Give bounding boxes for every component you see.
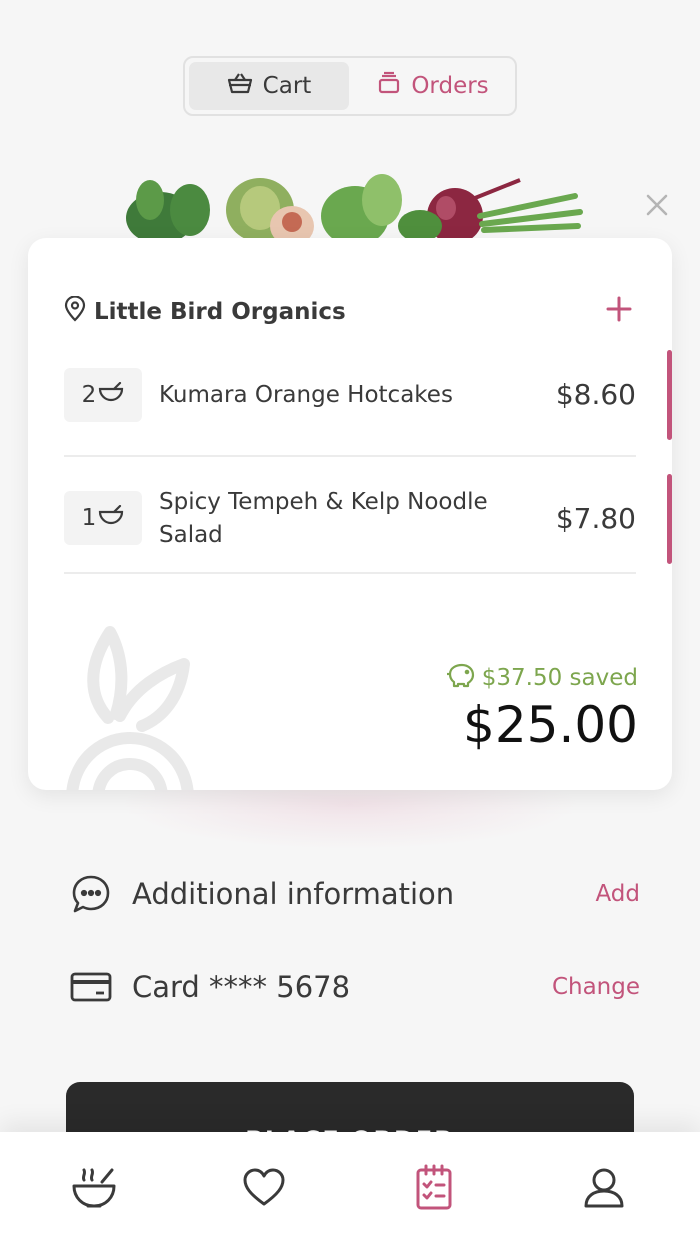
swipe-indicator — [667, 350, 672, 440]
tab-menu[interactable] — [70, 1164, 118, 1212]
basket-icon — [227, 71, 253, 101]
cart-item[interactable]: 1 Spicy Tempeh & Kelp Noodle Salad $7.80 — [64, 486, 636, 556]
bowl-icon — [98, 381, 124, 408]
heart-icon — [240, 1168, 288, 1216]
profile-icon — [580, 1168, 628, 1216]
item-divider — [64, 455, 636, 457]
tab-cart[interactable]: Cart — [189, 62, 349, 110]
quantity-badge[interactable]: 1 — [64, 491, 142, 545]
item-name-line-2: Salad — [159, 522, 223, 548]
card-label: Card **** 5678 — [132, 970, 351, 1004]
add-item-plus-icon[interactable] — [604, 294, 634, 324]
credit-card-icon — [70, 966, 112, 1008]
add-info-button[interactable]: Add — [595, 881, 640, 907]
item-divider — [64, 572, 636, 574]
swipe-indicator — [667, 474, 672, 564]
restaurant-name: Little Bird Organics — [94, 299, 346, 325]
cart-item[interactable]: 2 Kumara Orange Hotcakes $8.60 — [64, 368, 636, 424]
cart-orders-toggle: Cart Orders — [183, 56, 517, 116]
bowl-icon — [98, 504, 124, 531]
item-price: $7.80 — [555, 502, 636, 535]
additional-information-row[interactable]: Additional information Add — [70, 870, 640, 918]
item-name: Kumara Orange Hotcakes — [159, 382, 453, 408]
additional-information-label: Additional information — [132, 877, 455, 911]
tab-profile[interactable] — [580, 1164, 628, 1212]
item-price: $8.60 — [555, 378, 636, 411]
tab-orders[interactable] — [410, 1164, 458, 1212]
quantity-badge[interactable]: 2 — [64, 368, 142, 422]
quantity-value: 1 — [81, 505, 97, 531]
cart-label: Cart — [262, 73, 312, 99]
chat-bubble-icon — [70, 873, 112, 915]
location-pin-icon — [64, 295, 86, 328]
cart-card: Little Bird Organics 2 Kumara Orange Hot… — [28, 238, 672, 790]
close-icon[interactable] — [642, 190, 672, 220]
savings-label: $37.50 saved — [446, 662, 638, 694]
change-card-button[interactable]: Change — [552, 974, 640, 1000]
bottom-tab-bar — [0, 1132, 700, 1244]
orders-icon — [377, 71, 401, 101]
restaurant-header[interactable]: Little Bird Organics — [64, 295, 346, 328]
vegetables-illustration — [120, 160, 590, 242]
bowl-icon — [70, 1168, 118, 1216]
order-total: $25.00 — [463, 696, 638, 754]
bunny-watermark-icon — [58, 618, 198, 790]
tab-orders[interactable]: Orders — [355, 62, 511, 110]
payment-method-row[interactable]: Card **** 5678 Change — [70, 963, 640, 1011]
piggy-bank-icon — [446, 662, 476, 694]
orders-label: Orders — [411, 73, 489, 99]
tab-favorites[interactable] — [240, 1164, 288, 1212]
orders-list-icon — [410, 1164, 458, 1216]
quantity-value: 2 — [81, 382, 97, 408]
item-name: Spicy Tempeh & Kelp Noodle Salad — [159, 486, 488, 552]
saved-amount: $37.50 saved — [481, 665, 638, 691]
item-name-line-1: Spicy Tempeh & Kelp Noodle — [159, 489, 488, 515]
